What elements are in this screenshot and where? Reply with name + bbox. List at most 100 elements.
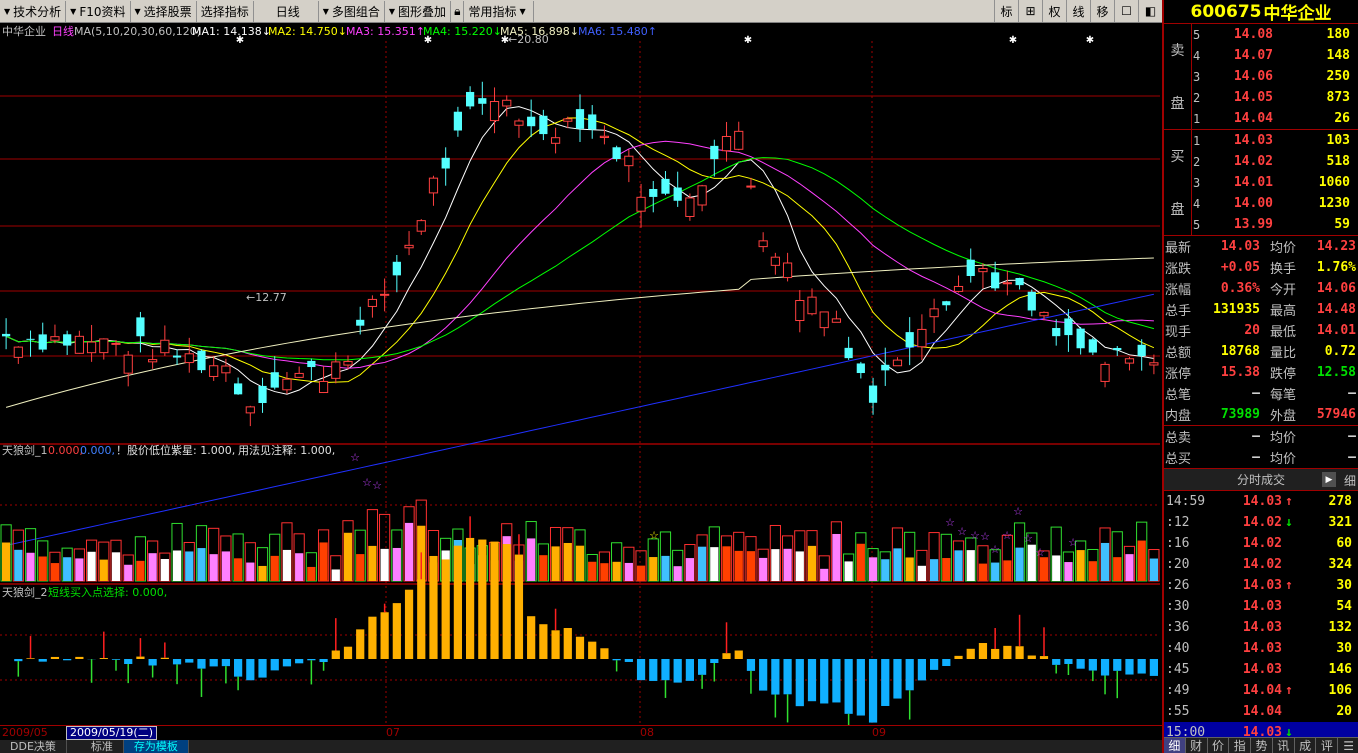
quote-row: 现手 20 最低 14.01	[1164, 320, 1358, 341]
panel-tab[interactable]: 价	[1208, 738, 1230, 753]
expand-icon[interactable]: ▶	[1322, 472, 1336, 487]
volume-bar-fill	[295, 553, 304, 581]
osc-bar-neg	[319, 659, 328, 663]
osc-bar-neg	[282, 659, 292, 667]
tab-save-template[interactable]: 存为模板	[123, 740, 189, 753]
volume-bar-fill	[783, 548, 792, 581]
volume-bar-fill	[1113, 557, 1122, 581]
candle-down	[466, 91, 475, 107]
tick-volume: 132	[1328, 620, 1352, 635]
kline-chart[interactable]: 中华企业 日线 MA(5,10,20,30,60,120) MA1: 14.13…	[0, 23, 1160, 725]
crosshair-icon[interactable]: ⊞	[1018, 0, 1042, 22]
panel-tab[interactable]: 评	[1316, 738, 1339, 753]
candle-up	[624, 155, 634, 167]
quote-label: 跌停	[1270, 367, 1297, 382]
star-marker: ✱	[424, 35, 432, 46]
quote-value: 131935	[1213, 302, 1260, 317]
candle-up	[123, 354, 133, 374]
purple-star: ☆	[1002, 529, 1012, 542]
ind1-name: 天狼剑_1	[2, 443, 48, 457]
rights-button[interactable]: 权	[1042, 0, 1066, 22]
purple-star: ☆	[350, 451, 360, 464]
tick-time: :40	[1166, 641, 1190, 656]
candle-up	[331, 361, 341, 379]
volume-bar-fill	[820, 568, 829, 581]
menu-select-indicator[interactable]: 选择指标	[197, 0, 254, 22]
mark-button[interactable]: 标	[994, 0, 1018, 22]
low-annotation: ←12.77	[246, 291, 287, 304]
volume-bar-fill	[270, 555, 279, 581]
stock-name: 中华企业	[1263, 4, 1332, 24]
volume-bar-fill	[221, 551, 230, 581]
panel-tab[interactable]: 势	[1251, 738, 1273, 753]
menu-multi-chart[interactable]: ▼ 多图组合	[319, 0, 385, 22]
candle-up	[367, 298, 378, 307]
quote-label: 每笔	[1270, 388, 1297, 403]
panel-tab[interactable]: 细	[1164, 738, 1186, 753]
quote-row: 涨停 15.38 跌停 12.58	[1164, 362, 1358, 383]
osc-bar-neg	[685, 659, 694, 681]
purple-star: ☆	[970, 529, 980, 542]
volume-bar-fill	[380, 548, 389, 581]
menu-label: 常用指标	[468, 4, 517, 19]
menu-common-indicators[interactable]: 常用指标 ▼	[464, 0, 534, 22]
tick-time: :55	[1166, 704, 1190, 719]
volume-bar-fill	[734, 550, 743, 581]
volume-bar-fill	[392, 547, 401, 581]
panel-tab[interactable]: 财	[1186, 738, 1208, 753]
purple-star: ☆	[372, 479, 382, 492]
price: 14.00	[1233, 196, 1273, 211]
chart-area[interactable]: 中华企业 日线 MA(5,10,20,30,60,120) MA1: 14.13…	[0, 23, 1160, 725]
panel-tab[interactable]: 成	[1295, 738, 1317, 753]
tick-row: :20 14.02 324	[1164, 554, 1358, 575]
volume-bar-fill	[673, 566, 682, 581]
menu-select-stock[interactable]: ▼ 选择股票	[131, 0, 197, 22]
volume-bar-fill	[1137, 540, 1146, 581]
ticks-detail-tab[interactable]: 细	[1344, 472, 1356, 489]
osc-bar-pos	[160, 657, 169, 659]
candle-down	[392, 261, 401, 276]
volume-bar-fill	[14, 549, 23, 581]
volume-bar-fill	[38, 556, 47, 581]
volume-bar-fill	[343, 532, 353, 581]
osc-bar-pos	[722, 653, 731, 659]
tab-dde[interactable]: DDE决策	[0, 740, 67, 753]
volume-bar-fill	[551, 546, 560, 581]
window-icon[interactable]: ☐	[1114, 0, 1138, 22]
menu-f10[interactable]: ▼ F10资料	[66, 0, 131, 22]
panel-tab[interactable]: ☰	[1338, 738, 1358, 753]
menu-overlay[interactable]: ▼ 图形叠加	[385, 0, 452, 22]
purple-star: ☆	[1023, 532, 1033, 545]
osc-bar-neg	[710, 659, 719, 664]
move-button[interactable]: 移	[1090, 0, 1114, 22]
quote-label: 涨停	[1165, 367, 1192, 382]
line-button[interactable]: 线	[1066, 0, 1090, 22]
ma3-line	[5, 140, 1154, 369]
lock-icon[interactable]: 🔒︎	[451, 0, 465, 22]
arrow-down-icon: ↓	[1285, 515, 1293, 530]
candle-down	[966, 259, 975, 277]
panel-tab[interactable]: 指	[1229, 738, 1252, 753]
quote-value: –	[1348, 386, 1356, 401]
panel-toggle-icon[interactable]: ◧	[1138, 0, 1162, 22]
quote-value: 14.06	[1316, 281, 1356, 296]
level: 4	[1193, 48, 1201, 63]
volume: 180	[1326, 27, 1350, 42]
osc-bar-neg	[1076, 659, 1085, 669]
tab-standard[interactable]: 标准	[81, 740, 124, 753]
osc-bar-neg	[807, 659, 817, 702]
quote-label: 内盘	[1165, 409, 1192, 424]
panel-tab[interactable]: 讯	[1273, 738, 1295, 753]
osc-bar-pos	[417, 579, 426, 659]
ma5-line	[5, 257, 1154, 408]
menu-period[interactable]: 日线	[254, 0, 319, 22]
sell-label: 卖	[1170, 43, 1185, 60]
candle-up	[721, 135, 732, 152]
osc-bar-pos	[50, 656, 60, 659]
quote-label: 均价	[1270, 241, 1297, 256]
menu-tech-analysis[interactable]: ▼ 技术分析	[0, 0, 67, 22]
quote-label: 总额	[1165, 346, 1192, 361]
level: 5	[1193, 217, 1201, 232]
volume-bar-fill	[978, 563, 988, 581]
tick-price: 14.04	[1242, 683, 1282, 698]
